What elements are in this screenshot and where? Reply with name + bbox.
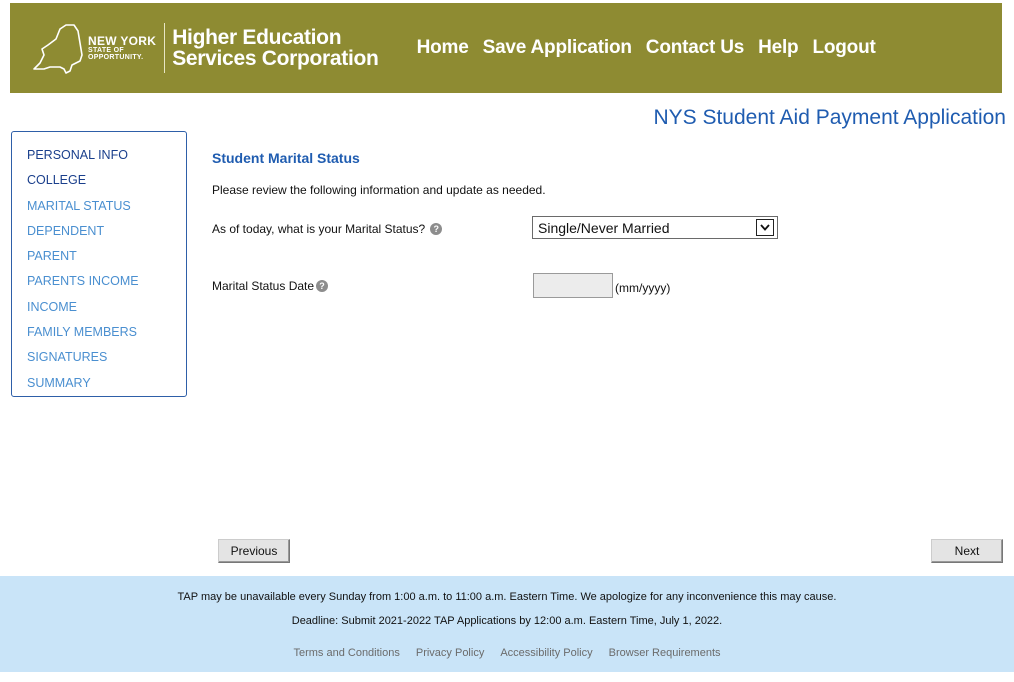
nav-contact-us[interactable]: Contact Us xyxy=(646,37,744,59)
sidebar-item-summary[interactable]: SUMMARY xyxy=(27,371,186,396)
marital-status-form: Student Marital Status Please review the… xyxy=(212,150,812,298)
marital-status-select[interactable]: Single/Never Married xyxy=(532,216,778,239)
ny-wordmark-line2: STATE OF xyxy=(88,47,124,54)
form-instructions: Please review the following information … xyxy=(212,183,546,197)
marital-date-label: Marital Status Date ? xyxy=(212,279,329,293)
ny-wordmark: NEW YORK STATE OF OPPORTUNITY. xyxy=(88,35,156,61)
sidebar-item-signatures[interactable]: SIGNATURES xyxy=(27,345,186,370)
nav-logout[interactable]: Logout xyxy=(812,37,875,59)
org-name-line2: Services Corporation xyxy=(172,47,379,70)
sidebar-item-parents-income[interactable]: PARENTS INCOME xyxy=(27,269,186,294)
availability-notice: TAP may be unavailable every Sunday from… xyxy=(177,591,837,603)
nav-home[interactable]: Home xyxy=(417,37,469,59)
accessibility-link[interactable]: Accessibility Policy xyxy=(500,647,592,659)
logo-area[interactable]: NEW YORK STATE OF OPPORTUNITY. Higher Ed… xyxy=(10,3,379,93)
ny-wordmark-line1: NEW YORK xyxy=(88,34,157,48)
sidebar-item-income[interactable]: INCOME xyxy=(27,295,186,320)
marital-date-label-text: Marital Status Date xyxy=(212,279,315,293)
footer-links: Terms and Conditions Privacy Policy Acce… xyxy=(0,647,1014,659)
sidebar-item-dependent[interactable]: DEPENDENT xyxy=(27,219,186,244)
sidebar-item-family-members[interactable]: FAMILY MEMBERS xyxy=(27,320,186,345)
logo-divider xyxy=(164,23,166,73)
app-title: NYS Student Aid Payment Application xyxy=(653,106,1006,129)
nav-help[interactable]: Help xyxy=(758,37,799,59)
help-question-icon[interactable]: ? xyxy=(316,280,329,292)
marital-status-question-text: As of today, what is your Marital Status… xyxy=(212,222,426,236)
next-button[interactable]: Next xyxy=(931,539,1003,563)
marital-status-selected-value: Single/Never Married xyxy=(538,219,670,236)
privacy-link[interactable]: Privacy Policy xyxy=(416,647,484,659)
terms-link[interactable]: Terms and Conditions xyxy=(293,647,399,659)
sidebar-item-college[interactable]: COLLEGE xyxy=(27,168,186,193)
sidebar-item-marital-status[interactable]: MARITAL STATUS xyxy=(27,194,186,219)
org-name-line1: Higher Education xyxy=(172,26,342,49)
date-format-hint: (mm/yyyy) xyxy=(615,281,671,295)
progress-sidebar: PERSONAL INFO COLLEGE MARITAL STATUS DEP… xyxy=(11,131,187,397)
nav-save-application[interactable]: Save Application xyxy=(483,37,632,59)
sidebar-item-parent[interactable]: PARENT xyxy=(27,244,186,269)
chevron-down-icon[interactable] xyxy=(756,219,774,236)
sidebar-item-personal-info[interactable]: PERSONAL INFO xyxy=(27,143,186,168)
marital-status-question: As of today, what is your Marital Status… xyxy=(212,222,443,236)
deadline-notice: Deadline: Submit 2021-2022 TAP Applicati… xyxy=(291,615,723,627)
site-footer: TAP may be unavailable every Sunday from… xyxy=(0,576,1014,672)
previous-button[interactable]: Previous xyxy=(218,539,290,563)
browser-requirements-link[interactable]: Browser Requirements xyxy=(609,647,721,659)
main-nav: Home Save Application Contact Us Help Lo… xyxy=(417,37,890,59)
section-title: Student Marital Status xyxy=(212,150,360,166)
org-name: Higher Education Services Corporation xyxy=(172,26,379,70)
site-header: NEW YORK STATE OF OPPORTUNITY. Higher Ed… xyxy=(10,3,1002,93)
ny-wordmark-line3: OPPORTUNITY. xyxy=(88,54,144,61)
new-york-state-map-icon xyxy=(33,24,83,74)
marital-date-input[interactable] xyxy=(533,273,613,298)
help-question-icon[interactable]: ? xyxy=(430,223,443,235)
